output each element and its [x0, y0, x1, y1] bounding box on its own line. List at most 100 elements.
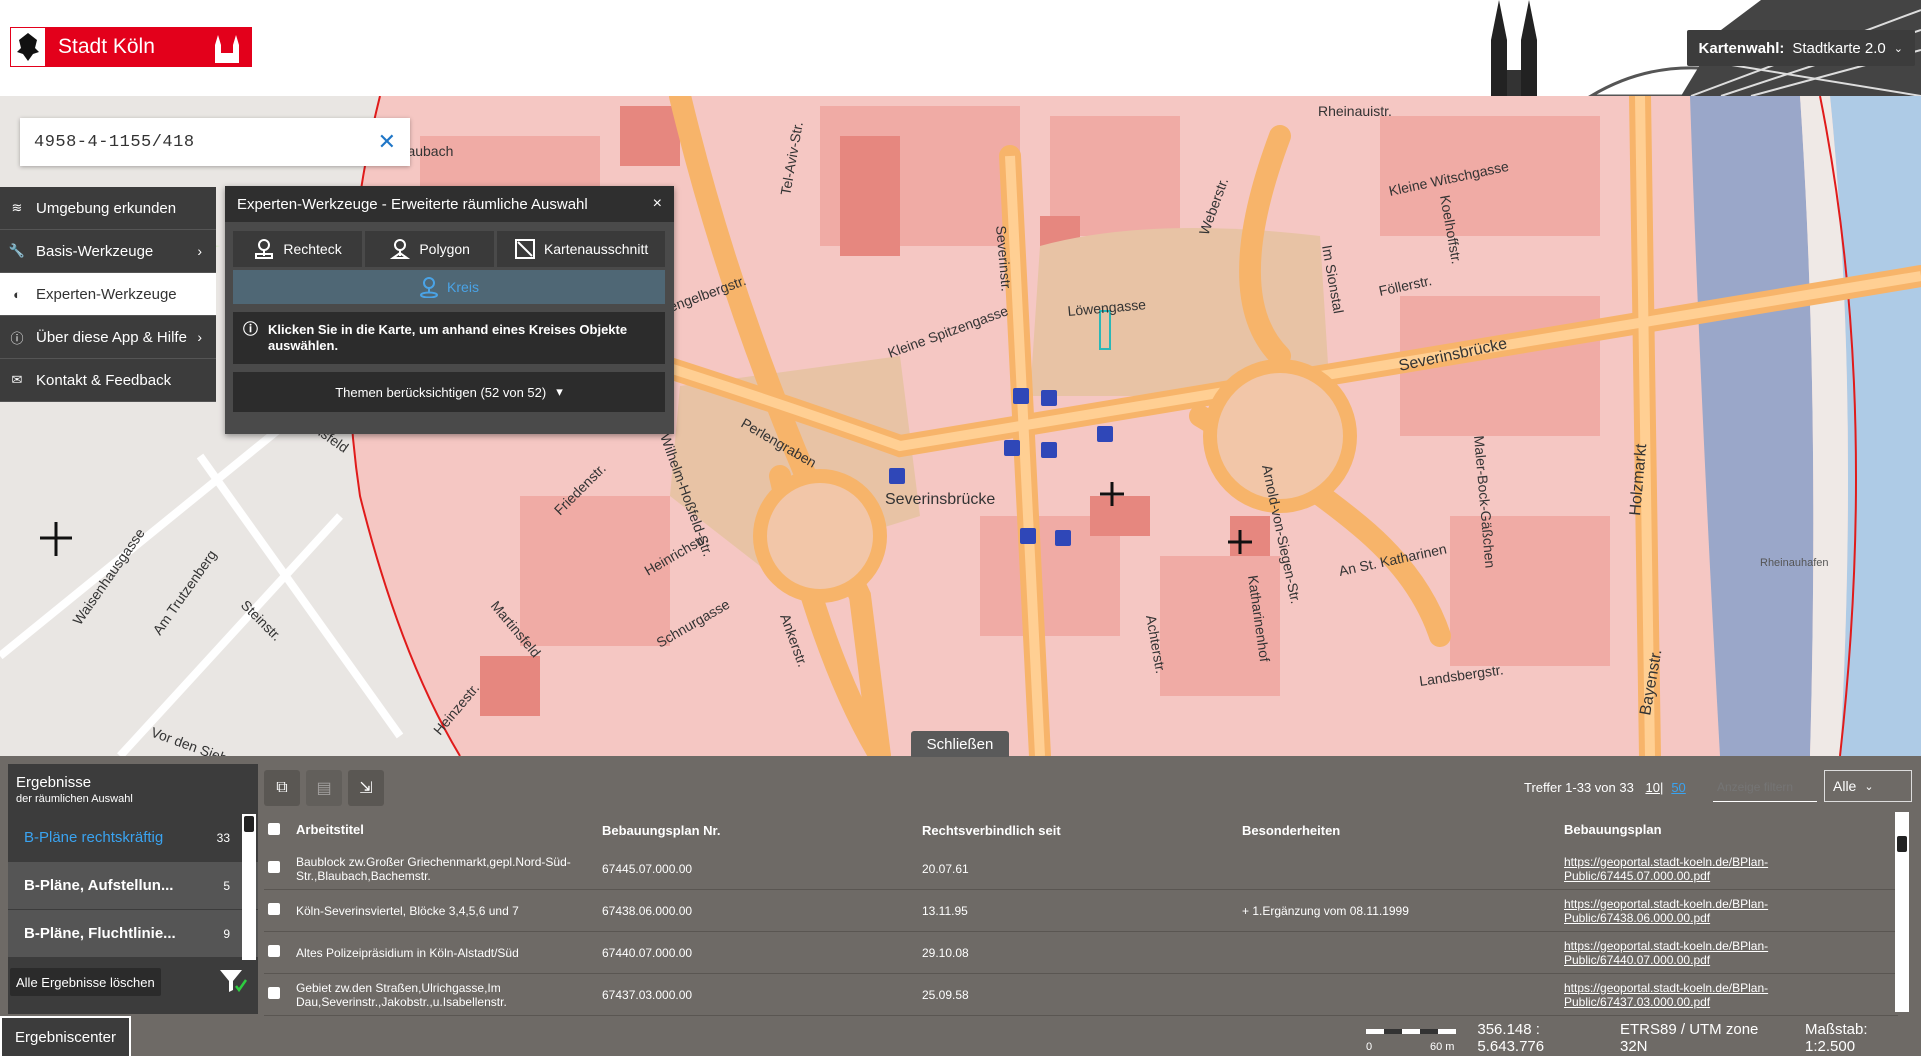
tool-polygon-button[interactable]: Polygon	[365, 231, 495, 267]
treffer-text: Treffer 1-33 von 33	[1524, 780, 1634, 795]
info-icon: ⓘ	[243, 321, 259, 338]
table-row[interactable]: Gebiet zw.den Straßen,Ulrichgasse,Im Dau…	[264, 974, 1898, 1016]
results-title: Ergebnisse	[16, 774, 92, 791]
tools-icon: ◐	[13, 286, 21, 302]
stadt-koeln-logo[interactable]: Stadt Köln	[10, 27, 252, 67]
menu-item-basis-werkzeuge[interactable]: 🔧 Basis-Werkzeuge ›	[0, 230, 216, 273]
tool-label: Kreis	[447, 279, 479, 295]
table-row[interactable]: Baublock zw.Großer Griechenmarkt,gepl.No…	[264, 848, 1898, 890]
menu-item-ueber-app[interactable]: ⓘ Über diese App & Hilfe ›	[0, 316, 216, 359]
cell-nr: 67445.07.000.00	[602, 861, 693, 876]
column-header[interactable]: Bebauungsplan Nr.	[602, 823, 922, 838]
menu-item-label: Über diese App & Hilfe	[36, 328, 187, 346]
expert-tools-panel: Experten-Werkzeuge - Erweiterte räumlich…	[225, 186, 674, 434]
category-bplaene-fluchtlinien[interactable]: B-Pläne, Fluchtlinie... 9	[8, 910, 258, 958]
info-icon: ⓘ	[10, 330, 24, 346]
search-box: ✕	[20, 118, 410, 166]
cell-besonderheiten: + 1.Ergänzung vom 08.11.1999	[1242, 903, 1409, 918]
menu-item-label: Basis-Werkzeuge	[36, 242, 154, 260]
layers-icon: ≋	[11, 200, 23, 215]
cell-arbeitstitel: Köln-Severinsviertel, Blöcke 3,4,5,6 und…	[296, 903, 519, 918]
alle-dropdown[interactable]: Alle ⌄	[1824, 770, 1912, 802]
cell-nr: 67440.07.000.00	[602, 945, 693, 960]
cell-nr: 67438.06.000.00	[602, 903, 693, 918]
cell-arbeitstitel: Gebiet zw.den Straßen,Ulrichgasse,Im Dau…	[296, 980, 507, 1009]
tool-kartenausschnitt-button[interactable]: Kartenausschnitt	[497, 231, 665, 267]
tool-label: Polygon	[419, 241, 470, 257]
panel-title: Experten-Werkzeuge - Erweiterte räumlich…	[237, 195, 588, 213]
themen-label: Themen berücksichtigen (52 von 52)	[335, 384, 547, 400]
panel-header: Experten-Werkzeuge - Erweiterte räumlich…	[225, 186, 674, 222]
cell-seit: 20.07.61	[922, 861, 969, 876]
category-bplaene-rechtskraeftig[interactable]: B-Pläne rechtskräftig 33	[8, 814, 258, 862]
chevron-down-icon: ⌄	[1893, 42, 1903, 55]
page-size-50-link[interactable]: 50	[1671, 780, 1685, 795]
cell-nr: 67437.03.000.00	[602, 987, 693, 1002]
hit-count: Treffer 1-33 von 33 10| 50	[1524, 780, 1686, 795]
kartenwahl-label: Kartenwahl:	[1698, 39, 1785, 57]
scale-start: 0	[1366, 1041, 1373, 1053]
status-bar: 0 60 m 356.148 : 5.643.776 ETRS89 / UTM …	[1360, 1020, 1921, 1056]
chevron-right-icon: ›	[197, 329, 202, 345]
category-bplaene-aufstellung[interactable]: B-Pläne, Aufstellun... 5	[8, 862, 258, 910]
tool-rechteck-button[interactable]: Rechteck	[233, 231, 363, 267]
cell-bplan-link[interactable]: https://geoportal.stadt-koeln.de/BPlan-P…	[1564, 939, 1894, 967]
close-icon[interactable]: ×	[653, 195, 662, 213]
ergebniscenter-tab[interactable]: Ergebniscenter	[0, 1016, 131, 1056]
column-header[interactable]: Besonderheiten	[1242, 823, 1564, 838]
svg-text:Severinsbrücke: Severinsbrücke	[885, 491, 995, 508]
kartenwahl-value: Stadtkarte 2.0	[1792, 39, 1886, 57]
pin-circle-icon	[420, 277, 439, 298]
kartenwahl-dropdown[interactable]: Kartenwahl: Stadtkarte 2.0 ⌄	[1686, 30, 1915, 66]
category-count: 5	[223, 878, 230, 893]
wrench-icon: 🔧	[8, 243, 26, 258]
coat-of-arms-icon	[10, 27, 46, 67]
category-label: B-Pläne, Aufstellun...	[24, 877, 174, 894]
column-header[interactable]: Bebauungsplan	[1564, 823, 1894, 837]
column-header[interactable]: Rechtsverbindlich seit	[922, 823, 1242, 838]
chevron-right-icon: ›	[197, 243, 202, 259]
main-menu: ≋ Umgebung erkunden 🔧 Basis-Werkzeuge › …	[0, 187, 216, 402]
cell-seit: 29.10.08	[922, 945, 969, 960]
copy-button[interactable]: ⧉	[264, 770, 300, 806]
svg-text:Rheinauhafen: Rheinauhafen	[1760, 557, 1829, 569]
cell-bplan-link[interactable]: https://geoportal.stadt-koeln.de/BPlan-P…	[1564, 897, 1894, 925]
info-text: Klicken Sie in die Karte, um anhand eine…	[268, 322, 628, 353]
row-checkbox[interactable]	[268, 987, 280, 999]
table-row[interactable]: Altes Polizeipräsidium in Köln-Alstadt/S…	[264, 932, 1898, 974]
result-filter-input[interactable]	[1713, 772, 1817, 802]
themen-dropdown[interactable]: Themen berücksichtigen (52 von 52) ▾	[233, 372, 665, 412]
row-checkbox[interactable]	[268, 945, 280, 957]
table-row[interactable]: Köln-Severinsviertel, Blöcke 3,4,5,6 und…	[264, 890, 1898, 932]
menu-item-umgebung[interactable]: ≋ Umgebung erkunden	[0, 187, 216, 230]
cell-bplan-link[interactable]: https://geoportal.stadt-koeln.de/BPlan-P…	[1564, 981, 1894, 1009]
category-scrollbar[interactable]	[242, 814, 256, 960]
close-icon[interactable]: ✕	[378, 129, 396, 155]
export-button[interactable]: ⇲	[348, 770, 384, 806]
duplicate-button[interactable]: ▤	[306, 770, 342, 806]
alle-value: Alle	[1833, 778, 1857, 794]
pin-rectangle-icon	[255, 239, 274, 259]
app-header: Stadt Köln Kartenwahl: Stadtkarte 2.0 ⌄	[0, 0, 1921, 96]
clear-all-results-button[interactable]: Alle Ergebnisse löschen	[10, 968, 161, 996]
column-header[interactable]: Arbeitstitel	[282, 823, 602, 837]
results-table: Arbeitstitel Bebauungsplan Nr. Rechtsver…	[264, 812, 1898, 1016]
menu-item-experten-werkzeuge[interactable]: ◐ Experten-Werkzeuge	[0, 273, 216, 316]
row-checkbox[interactable]	[268, 903, 280, 915]
scale-end: 60 m	[1430, 1041, 1455, 1053]
select-all-checkbox[interactable]	[268, 822, 280, 835]
search-input[interactable]	[34, 132, 374, 152]
tool-label: Rechteck	[283, 241, 342, 257]
close-results-button[interactable]: Schließen	[911, 731, 1009, 757]
info-message: ⓘ Klicken Sie in die Karte, um anhand ei…	[233, 312, 665, 364]
tool-label: Kartenausschnitt	[543, 241, 649, 257]
menu-item-kontakt[interactable]: ✉ Kontakt & Feedback	[0, 359, 216, 402]
massstab-label: Maßstab: 1:2.500	[1805, 1021, 1868, 1055]
row-checkbox[interactable]	[268, 861, 280, 873]
cell-bplan-link[interactable]: https://geoportal.stadt-koeln.de/BPlan-P…	[1564, 855, 1894, 883]
table-scrollbar[interactable]	[1895, 812, 1909, 1012]
page-size-10-link[interactable]: 10	[1645, 780, 1659, 795]
filter-icon[interactable]	[218, 968, 248, 994]
coordinates-readout: 356.148 : 5.643.776	[1477, 1021, 1545, 1055]
tool-kreis-button[interactable]: Kreis	[233, 270, 665, 304]
